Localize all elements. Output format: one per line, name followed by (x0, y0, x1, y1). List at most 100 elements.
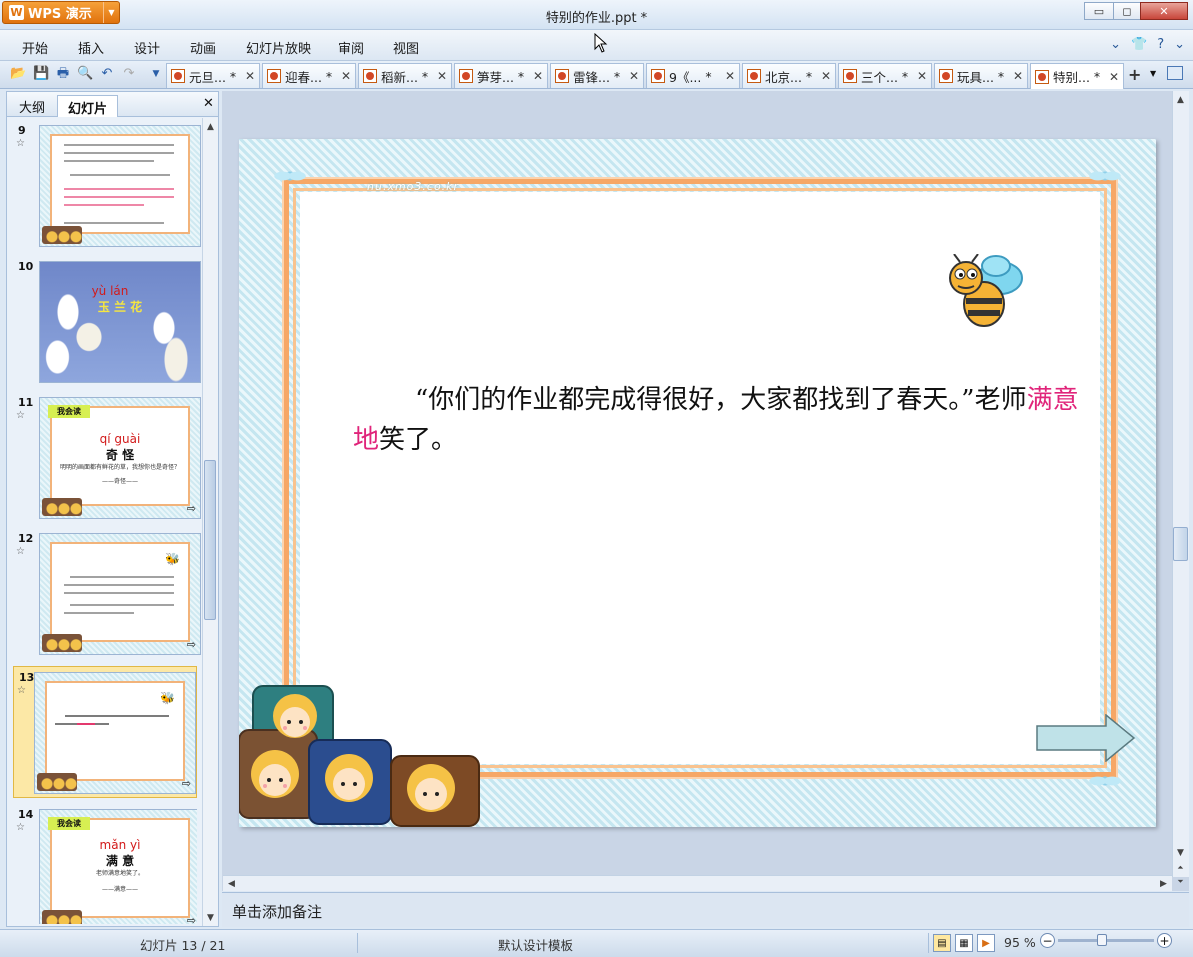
close-tab-icon[interactable]: ✕ (629, 69, 639, 83)
shirt-icon[interactable]: 👕 (1131, 37, 1147, 52)
doc-tab[interactable]: 玩具... * ✕ (934, 63, 1028, 88)
scrollbar-thumb[interactable] (204, 460, 216, 620)
doc-tab-active[interactable]: 特别... * ✕ (1030, 63, 1124, 89)
menu-home[interactable]: 开始 (22, 38, 48, 57)
close-tab-icon[interactable]: ✕ (437, 69, 447, 83)
slide-thumbnail-13[interactable]: 13 ☆ 🐝 ⇨ (13, 666, 197, 798)
tab-outline[interactable]: 大纲 (9, 95, 55, 117)
save-icon[interactable]: 💾 (33, 66, 49, 82)
close-tab-icon[interactable]: ✕ (1109, 70, 1119, 84)
menu-review[interactable]: 审阅 (338, 38, 364, 57)
slide-thumbnail-10[interactable]: 10 yù lán 玉 兰 花 (13, 258, 201, 386)
doc-tab[interactable]: 雷锋... * ✕ (550, 63, 644, 88)
close-panel-icon[interactable]: ✕ (203, 96, 214, 111)
close-window-button[interactable]: ✕ (1140, 2, 1188, 20)
slide-text-part: “你们的作业都完成得很好，大家都找到了春天。”老师 (415, 385, 1027, 415)
restore-button[interactable]: ◻ (1113, 2, 1141, 20)
kids-illustration (239, 685, 480, 827)
next-arrow-icon: ⇨ (181, 777, 191, 790)
thumb-badge: 我会读 (48, 405, 90, 418)
next-arrow-icon[interactable] (1036, 714, 1136, 762)
vertical-scrollbar[interactable] (1172, 91, 1189, 877)
close-tab-icon[interactable]: ✕ (917, 69, 927, 83)
zoom-in-button[interactable]: + (1157, 933, 1172, 948)
doc-tab[interactable]: 笋芽... * ✕ (454, 63, 548, 88)
tab-modified-mark: * (325, 68, 333, 84)
document-title: 特别的作业.ppt * (545, 11, 648, 26)
open-icon[interactable]: 📂 (10, 66, 26, 82)
normal-view-icon[interactable]: ▤ (933, 934, 951, 952)
slide-watermark: nu.xmo3.co.kr (367, 180, 460, 193)
print-icon[interactable]: 🖶 (55, 66, 71, 82)
bow-decoration-icon (1087, 163, 1123, 189)
print-preview-icon[interactable]: 🔍 (77, 66, 93, 82)
close-tab-icon[interactable]: ✕ (821, 69, 831, 83)
slide-thumbnail-9[interactable]: 9 ☆ (13, 122, 201, 250)
doc-tab[interactable]: 迎春... * ✕ (262, 63, 356, 88)
slide-number: 13 (19, 671, 35, 684)
mouse-cursor-icon (594, 33, 608, 53)
menu-view[interactable]: 视图 (393, 38, 419, 57)
bee-icon (949, 254, 1023, 327)
doc-tab[interactable]: 三个... * ✕ (838, 63, 932, 88)
chevron-down-icon[interactable]: ⌄ (1110, 37, 1121, 52)
customize-icon[interactable]: ▼ (148, 66, 164, 82)
undo-icon[interactable]: ↶ (99, 66, 115, 82)
ppt-file-icon (843, 69, 857, 83)
template-name[interactable]: 默认设计模板 (498, 935, 573, 954)
close-tab-icon[interactable]: ✕ (1013, 69, 1023, 83)
new-tab-button[interactable]: + (1128, 65, 1141, 84)
slide-thumbnail-14[interactable]: 14 ☆ 我会读 mǎn yì 满 意 老师满意地笑了。 ——满意—— ⇨ (13, 806, 197, 924)
menu-insert[interactable]: 插入 (78, 38, 104, 57)
doc-tab[interactable]: 稻新... * ✕ (358, 63, 452, 88)
zoom-out-button[interactable]: − (1040, 933, 1055, 948)
animation-star-icon: ☆ (16, 410, 25, 421)
close-tab-icon[interactable]: ✕ (245, 69, 255, 83)
notes-pane[interactable]: 单击添加备注 (222, 892, 1189, 927)
redo-icon[interactable]: ↷ (121, 66, 137, 82)
horizontal-scrollbar[interactable] (223, 875, 1172, 891)
scroll-left-icon[interactable]: ◀ (224, 876, 239, 891)
minimize-button[interactable]: ▭ (1084, 2, 1114, 20)
notes-placeholder: 单击添加备注 (232, 903, 323, 921)
slide-preview: yù lán 玉 兰 花 (39, 261, 201, 383)
doc-tab[interactable]: 9《... * ✕ (646, 63, 740, 88)
thumb-pinyin: mǎn yì (99, 838, 141, 852)
zoom-slider-thumb[interactable] (1097, 934, 1107, 946)
ppt-file-icon (651, 69, 665, 83)
scroll-down-icon[interactable]: ▼ (203, 910, 218, 925)
doc-tab[interactable]: 北京... * ✕ (742, 63, 836, 88)
previous-slide-icon[interactable]: ⏶ (1173, 860, 1188, 875)
tab-slides[interactable]: 幻灯片 (57, 95, 119, 117)
scroll-down-icon[interactable]: ▼ (1173, 845, 1188, 860)
slide-sorter-icon[interactable]: ▦ (955, 934, 973, 952)
chevron-down-icon[interactable]: ▼ (1150, 69, 1156, 78)
scrollbar-thumb[interactable] (1173, 527, 1188, 561)
slide-number: 9 (18, 124, 26, 137)
scroll-right-icon[interactable]: ▶ (1156, 876, 1171, 891)
slideshow-icon[interactable]: ▶ (977, 934, 995, 952)
menu-slideshow[interactable]: 幻灯片放映 (246, 38, 311, 57)
bee-icon: 🐝 (165, 552, 180, 566)
scroll-up-icon[interactable]: ▲ (1173, 92, 1188, 107)
tab-label: 稻新... (381, 69, 418, 85)
doc-tab[interactable]: 元旦... * ✕ (166, 63, 260, 88)
tab-label: 笋芽... (477, 69, 514, 85)
slide-counter: 幻灯片 13 / 21 (140, 938, 226, 953)
slide-thumbnail-12[interactable]: 12 ☆ 🐝 ⇨ (13, 530, 201, 658)
next-slide-icon[interactable]: ⏷ (1173, 874, 1188, 889)
thumb-badge: 我会读 (48, 817, 90, 830)
bee-icon: 🐝 (160, 691, 175, 705)
ppt-file-icon (171, 69, 185, 83)
menu-animation[interactable]: 动画 (190, 38, 216, 57)
scroll-up-icon[interactable]: ▲ (203, 119, 218, 134)
window-layout-icon[interactable] (1167, 66, 1183, 80)
menu-design[interactable]: 设计 (134, 38, 160, 57)
chevron-down-icon[interactable]: ⌄ (1174, 37, 1185, 52)
help-icon[interactable]: ? (1157, 37, 1164, 52)
slide-thumbnail-11[interactable]: 11 ☆ 我会读 qí guài 奇 怪 明明的画面都有鲜花的草，我想你也是奇怪… (13, 394, 201, 522)
close-tab-icon[interactable]: ✕ (725, 69, 735, 83)
slide-body-text[interactable]: “你们的作业都完成得很好，大家都找到了春天。”老师满意地笑了。 (353, 380, 1098, 460)
close-tab-icon[interactable]: ✕ (341, 69, 351, 83)
close-tab-icon[interactable]: ✕ (533, 69, 543, 83)
